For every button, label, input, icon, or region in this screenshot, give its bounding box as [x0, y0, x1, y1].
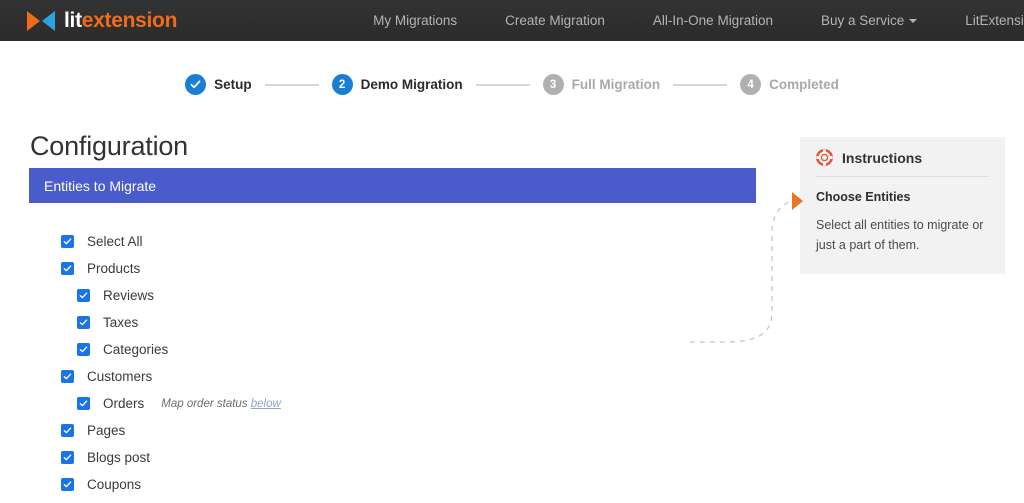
instructions-pointer-arrow	[792, 192, 803, 210]
check-icon	[79, 291, 88, 300]
page-title: Configuration	[30, 131, 188, 162]
step-setup[interactable]: Setup	[185, 74, 252, 95]
entity-label: Blogs post	[87, 450, 150, 465]
entity-note: Map order status below	[161, 398, 281, 410]
brand-text-lit: lit	[64, 9, 82, 32]
check-icon	[79, 345, 88, 354]
entity-row[interactable]: Taxes	[0, 309, 756, 336]
entity-label: Pages	[87, 423, 125, 438]
step-circle-done	[185, 74, 206, 95]
step-label: Completed	[769, 77, 839, 92]
entities-panel-header-label: Entities to Migrate	[44, 178, 156, 194]
nav-item-label: Create Migration	[505, 13, 605, 28]
step-connector-line	[476, 84, 530, 86]
checkbox-select-all[interactable]	[61, 235, 74, 248]
nav-item-label: My Migrations	[373, 13, 457, 28]
step-label: Setup	[214, 77, 252, 92]
check-icon	[63, 453, 72, 462]
step-label: Demo Migration	[361, 77, 463, 92]
entity-row[interactable]: Pages	[0, 417, 756, 444]
nav-item-label: Buy a Service	[821, 13, 904, 28]
nav-item-litextension[interactable]: LitExtension	[941, 0, 1024, 41]
nav-item-label: All-In-One Migration	[653, 13, 773, 28]
step-circle-number: 2	[332, 74, 353, 95]
entity-label: Reviews	[103, 288, 154, 303]
entity-label: Orders	[103, 396, 144, 411]
nav-item-create-migration[interactable]: Create Migration	[481, 0, 629, 41]
entity-row[interactable]: Products	[0, 255, 756, 282]
check-icon	[79, 318, 88, 327]
checkbox-blogs-post[interactable]	[61, 451, 74, 464]
migration-step-indicator: Setup 2 Demo Migration 3 Full Migration …	[0, 74, 1024, 95]
entities-checkbox-list: Select All Products Reviews Taxes Categories…	[0, 228, 756, 498]
instructions-header: Instructions	[816, 149, 989, 176]
top-navigation-bar: litextension My Migrations Create Migrat…	[0, 0, 1024, 41]
entity-row[interactable]: Blogs post	[0, 444, 756, 471]
entity-label: Customers	[87, 369, 152, 384]
step-full-migration[interactable]: 3 Full Migration	[543, 74, 661, 95]
brand-text-extension: extension	[82, 9, 177, 32]
entity-row[interactable]: Categories	[0, 336, 756, 363]
instructions-connector-line	[690, 190, 810, 360]
brand-logo[interactable]: litextension	[26, 10, 177, 32]
nav-item-buy-a-service[interactable]: Buy a Service	[797, 0, 941, 41]
entity-note-text: Map order status	[161, 398, 250, 410]
entity-row[interactable]: Reviews	[0, 282, 756, 309]
chevron-down-icon	[909, 19, 917, 23]
instructions-title: Instructions	[842, 150, 922, 166]
checkbox-reviews[interactable]	[77, 289, 90, 302]
entity-label: Taxes	[103, 315, 138, 330]
entity-label: Products	[87, 261, 140, 276]
instructions-body-text: Select all entities to migrate or just a…	[816, 216, 989, 256]
check-icon	[190, 79, 201, 90]
step-circle-number: 4	[740, 74, 761, 95]
bowtie-logo-icon	[26, 10, 56, 32]
instructions-panel: Instructions Choose Entities Select all …	[800, 137, 1005, 274]
entity-label: Categories	[103, 342, 168, 357]
step-demo-migration[interactable]: 2 Demo Migration	[332, 74, 463, 95]
step-connector-line	[265, 84, 319, 86]
checkbox-products[interactable]	[61, 262, 74, 275]
nav-item-my-migrations[interactable]: My Migrations	[349, 0, 481, 41]
check-icon	[63, 264, 72, 273]
check-icon	[63, 372, 72, 381]
entities-panel-header: Entities to Migrate	[29, 168, 756, 203]
map-order-status-link[interactable]: below	[251, 398, 281, 410]
checkbox-taxes[interactable]	[77, 316, 90, 329]
checkbox-orders[interactable]	[77, 397, 90, 410]
entity-row[interactable]: Select All	[0, 228, 756, 255]
entity-row[interactable]: Coupons	[0, 471, 756, 498]
check-icon	[63, 480, 72, 489]
check-icon	[63, 237, 72, 246]
entity-label: Coupons	[87, 477, 141, 492]
lifebuoy-icon	[816, 149, 833, 166]
nav-item-label: LitExtension	[965, 13, 1024, 28]
entity-row[interactable]: Customers	[0, 363, 756, 390]
checkbox-customers[interactable]	[61, 370, 74, 383]
entity-label: Select All	[87, 234, 143, 249]
instructions-divider	[816, 176, 989, 177]
instructions-subtitle: Choose Entities	[816, 190, 989, 204]
main-nav: My Migrations Create Migration All-In-On…	[349, 0, 1024, 41]
checkbox-coupons[interactable]	[61, 478, 74, 491]
step-completed[interactable]: 4 Completed	[740, 74, 839, 95]
checkbox-categories[interactable]	[77, 343, 90, 356]
step-label: Full Migration	[572, 77, 661, 92]
nav-item-all-in-one-migration[interactable]: All-In-One Migration	[629, 0, 797, 41]
step-circle-number: 3	[543, 74, 564, 95]
checkbox-pages[interactable]	[61, 424, 74, 437]
check-icon	[79, 399, 88, 408]
check-icon	[63, 426, 72, 435]
step-connector-line	[673, 84, 727, 86]
entity-row[interactable]: Orders Map order status below	[0, 390, 756, 417]
